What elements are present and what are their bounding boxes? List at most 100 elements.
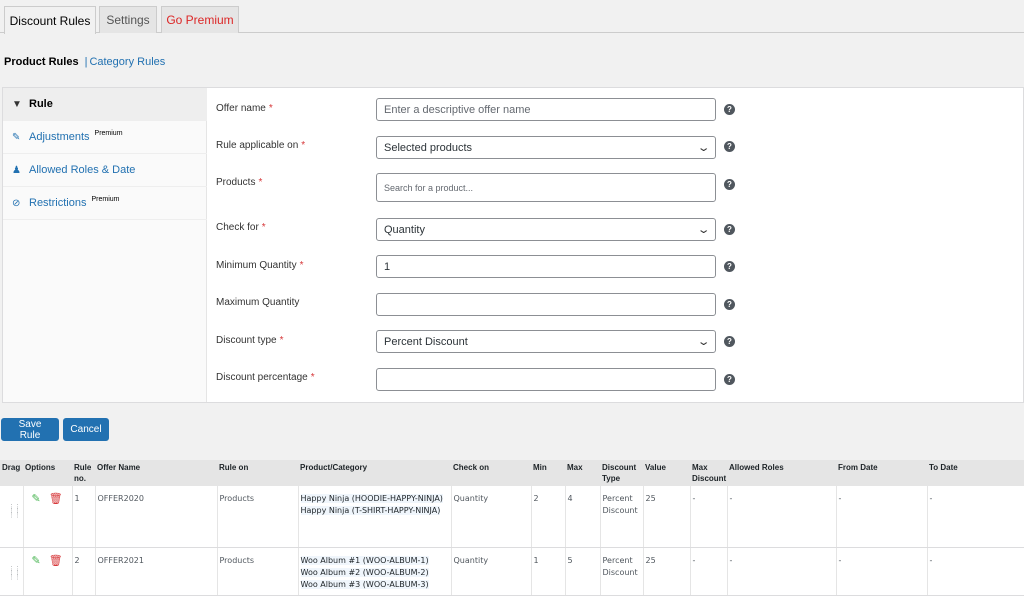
- products-search-input[interactable]: [376, 173, 716, 202]
- products-label: Products *: [216, 177, 263, 188]
- allowed-roles-cell: -: [726, 486, 836, 548]
- drag-handle-icon[interactable]: ⋮⋮ ⋮⋮ ⋮⋮: [2, 493, 21, 519]
- offer-name-label: Offer name *: [216, 103, 273, 114]
- offer-name-cell: OFFER2020: [94, 486, 217, 548]
- col-discount-type: Discount Type: [600, 460, 643, 486]
- drag-handle-icon[interactable]: ⋮⋮ ⋮⋮ ⋮⋮: [2, 555, 21, 580]
- discount-type-cell: Percent Discount: [599, 547, 643, 596]
- max-discount-cell: -: [689, 486, 727, 548]
- discount-type-label: Discount type *: [216, 335, 284, 346]
- tab-discount-rules[interactable]: Discount Rules: [4, 6, 96, 34]
- tab-go-premium[interactable]: Go Premium: [161, 6, 239, 33]
- subnav-separator: |: [84, 56, 88, 68]
- rule-on-cell: Products: [216, 547, 298, 596]
- discount-pct-label: Discount percentage *: [216, 372, 315, 383]
- rule-applicable-label: Rule applicable on *: [216, 140, 306, 151]
- products-cell: Woo Album #1 (WOO-ALBUM-1) Woo Album #2 …: [297, 547, 451, 596]
- edit-icon[interactable]: ✎: [32, 554, 41, 567]
- subnav: Product Rules | Category Rules: [4, 56, 165, 68]
- rules-table: Drag Options Rule no. Offer Name Rule on…: [0, 460, 1024, 596]
- save-rule-button[interactable]: Save Rule: [1, 418, 59, 441]
- max-cell: 5: [564, 547, 600, 596]
- col-rule-no: Rule no.: [72, 460, 95, 486]
- sidebar-item-adjustments[interactable]: ✎ Adjustments Premium: [3, 121, 207, 154]
- col-from-date: From Date: [836, 460, 927, 486]
- sidebar-item-label: Adjustments: [29, 131, 90, 143]
- col-product-category: Product/Category: [298, 460, 451, 486]
- max-qty-input[interactable]: [376, 293, 716, 316]
- filter-icon: ▼: [12, 98, 22, 110]
- product-tag: Woo Album #1 (WOO-ALBUM-1): [300, 555, 429, 565]
- products-cell: Happy Ninja (HOODIE-HAPPY-NINJA) Happy N…: [297, 486, 451, 548]
- col-check-on: Check on: [451, 460, 531, 486]
- col-allowed-roles: Allowed Roles: [727, 460, 836, 486]
- max-discount-cell: -: [689, 547, 727, 596]
- to-date-cell: -: [926, 547, 1024, 596]
- offer-name-input[interactable]: [376, 98, 716, 121]
- allowed-roles-cell: -: [726, 547, 836, 596]
- help-icon[interactable]: ?: [724, 141, 735, 152]
- rule-no-cell: 2: [71, 547, 95, 596]
- trash-icon[interactable]: 🗑: [49, 554, 63, 567]
- min-qty-label: Minimum Quantity *: [216, 260, 304, 271]
- block-icon: ⊘: [12, 197, 21, 209]
- options-cell: ✎ 🗑: [22, 486, 72, 548]
- sidebar-item-label: Allowed Roles & Date: [29, 164, 136, 176]
- help-icon[interactable]: ?: [724, 261, 735, 272]
- premium-badge: Premium: [94, 129, 123, 137]
- min-cell: 1: [530, 547, 565, 596]
- rule-panel: ▼ Rule ✎ Adjustments Premium ♟ Allowed R…: [2, 87, 1024, 403]
- help-icon[interactable]: ?: [724, 224, 735, 235]
- help-icon[interactable]: ?: [724, 104, 735, 115]
- check-for-select[interactable]: Quantity ⌄: [376, 218, 716, 241]
- help-icon[interactable]: ?: [724, 374, 735, 385]
- product-tag: Woo Album #2 (WOO-ALBUM-2): [300, 567, 429, 577]
- col-max-discount: Max Discount: [690, 460, 727, 486]
- col-min: Min: [531, 460, 565, 486]
- tab-settings[interactable]: Settings: [99, 6, 157, 33]
- rule-on-cell: Products: [216, 486, 298, 548]
- product-tag: Happy Ninja (T-SHIRT-HAPPY-NINJA): [300, 506, 441, 515]
- product-tag: Woo Album #3 (WOO-ALBUM-3): [300, 579, 429, 589]
- sidebar-item-rule[interactable]: ▼ Rule: [3, 88, 207, 121]
- col-drag: Drag: [0, 460, 23, 486]
- help-icon[interactable]: ?: [724, 299, 735, 310]
- sidebar-item-restrictions[interactable]: ⊘ Restrictions Premium: [3, 187, 207, 220]
- discount-type-select[interactable]: Percent Discount ⌄: [376, 330, 716, 353]
- subnav-category-rules-link[interactable]: Category Rules: [89, 56, 165, 68]
- table-header-row: Drag Options Rule no. Offer Name Rule on…: [0, 460, 1024, 486]
- product-tag: Happy Ninja (HOODIE-HAPPY-NINJA): [300, 494, 443, 503]
- pencil-icon: ✎: [12, 131, 21, 143]
- max-qty-label: Maximum Quantity: [216, 297, 300, 308]
- sidebar-item-label: Restrictions: [29, 197, 87, 209]
- col-options: Options: [23, 460, 72, 486]
- table-row: ⋮⋮ ⋮⋮ ⋮⋮ ✎ 🗑 1 OFFER2020 Products Happy Nin…: [0, 486, 1024, 548]
- trash-icon[interactable]: 🗑: [49, 493, 63, 505]
- sidebar-item-label: Rule: [29, 98, 53, 110]
- tab-bar: Discount Rules Settings Go Premium: [0, 0, 1024, 34]
- min-cell: 2: [530, 486, 565, 548]
- cancel-button[interactable]: Cancel: [63, 418, 109, 441]
- from-date-cell: -: [835, 547, 927, 596]
- col-to-date: To Date: [927, 460, 1024, 486]
- chevron-down-icon: ⌄: [696, 142, 711, 154]
- help-icon[interactable]: ?: [724, 179, 735, 190]
- sidebar-item-allowed-roles[interactable]: ♟ Allowed Roles & Date: [3, 154, 207, 187]
- options-cell: ✎ 🗑: [22, 547, 72, 596]
- min-qty-input[interactable]: [376, 255, 716, 278]
- premium-badge: Premium: [91, 195, 120, 203]
- check-on-cell: Quantity: [450, 486, 531, 548]
- value-cell: 25: [642, 547, 690, 596]
- discount-type-cell: Percent Discount: [599, 486, 643, 548]
- col-value: Value: [643, 460, 690, 486]
- value-cell: 25: [642, 486, 690, 548]
- drag-cell[interactable]: ⋮⋮ ⋮⋮ ⋮⋮: [0, 547, 23, 596]
- rule-applicable-select[interactable]: Selected products ⌄: [376, 136, 716, 159]
- col-max: Max: [565, 460, 600, 486]
- chevron-down-icon: ⌄: [696, 224, 711, 236]
- drag-cell[interactable]: ⋮⋮ ⋮⋮ ⋮⋮: [0, 486, 23, 548]
- discount-pct-input[interactable]: [376, 368, 716, 391]
- max-cell: 4: [564, 486, 600, 548]
- edit-icon[interactable]: ✎: [32, 493, 41, 505]
- help-icon[interactable]: ?: [724, 336, 735, 347]
